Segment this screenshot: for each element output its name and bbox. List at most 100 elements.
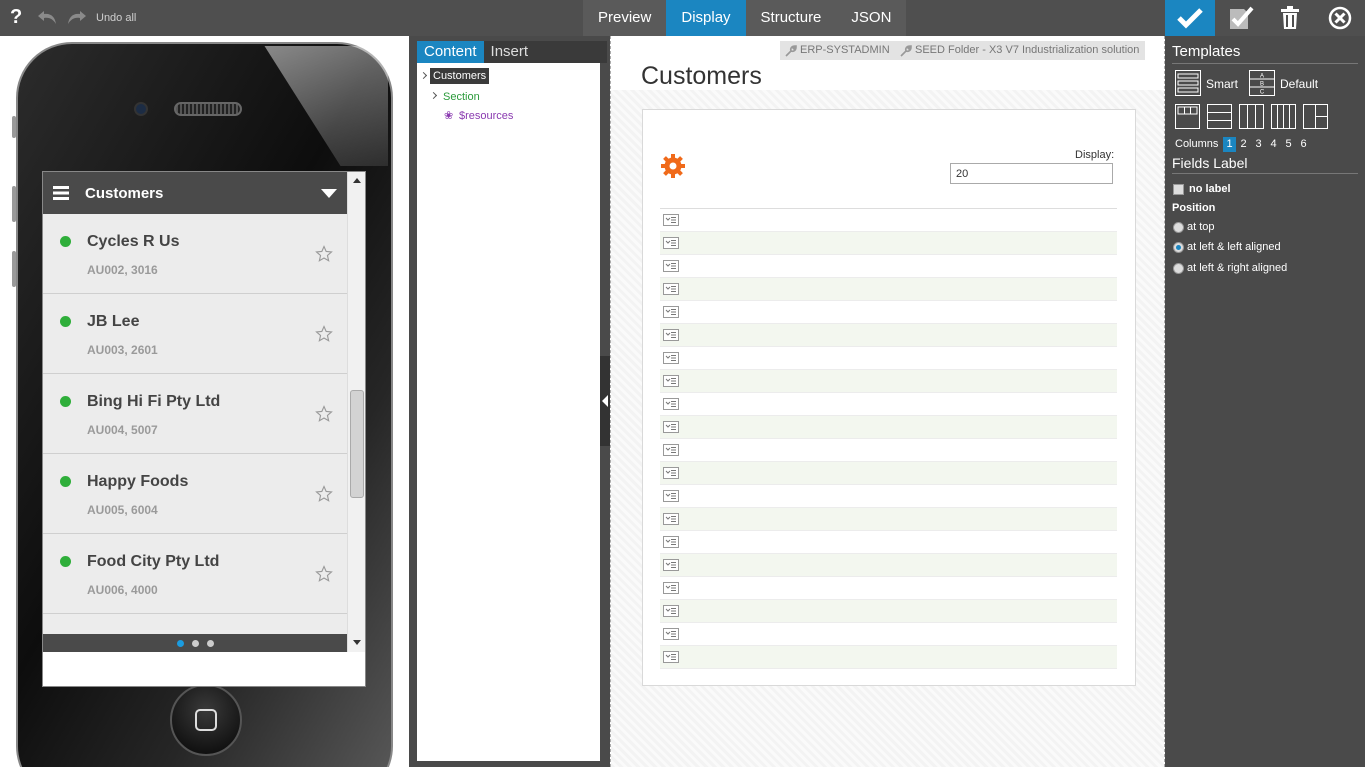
table-row[interactable] [660, 209, 1117, 232]
tab-structure[interactable]: Structure [746, 0, 837, 36]
row-menu-icon[interactable] [663, 214, 679, 226]
row-menu-icon[interactable] [663, 651, 679, 663]
tab-display[interactable]: Display [666, 0, 746, 36]
radio-right-aligned[interactable] [1173, 263, 1184, 274]
expand-arrow-icon[interactable] [419, 71, 428, 80]
list-item[interactable]: Food City Pty Ltd AU006, 4000 [43, 534, 347, 614]
tab-preview[interactable]: Preview [583, 0, 666, 36]
row-menu-icon[interactable] [663, 559, 679, 571]
table-row[interactable] [660, 462, 1117, 485]
page-dot[interactable] [176, 639, 184, 647]
layout-stack-icon[interactable] [1207, 104, 1232, 129]
table-row[interactable] [660, 485, 1117, 508]
column-option-1[interactable]: 1 [1223, 137, 1236, 152]
no-label-checkbox[interactable] [1173, 184, 1184, 195]
layout-3col-icon[interactable] [1175, 104, 1200, 129]
row-menu-icon[interactable] [663, 513, 679, 525]
row-menu-icon[interactable] [663, 260, 679, 272]
row-menu-icon[interactable] [663, 352, 679, 364]
row-menu-icon[interactable] [663, 283, 679, 295]
list-item[interactable]: Cycles R Us AU002, 3016 [43, 214, 347, 294]
table-row[interactable] [660, 439, 1117, 462]
table-row[interactable] [660, 416, 1117, 439]
star-icon[interactable] [315, 485, 333, 508]
table-row[interactable] [660, 508, 1117, 531]
row-menu-icon[interactable] [663, 467, 679, 479]
save-as-button[interactable] [1215, 0, 1265, 36]
home-button[interactable] [170, 684, 242, 756]
layout-split-icon[interactable] [1303, 104, 1328, 129]
tab-content[interactable]: Content [417, 41, 484, 63]
save-button[interactable] [1165, 0, 1215, 36]
star-icon[interactable] [315, 565, 333, 588]
scrollbar-thumb[interactable] [350, 390, 364, 498]
row-menu-icon[interactable] [663, 490, 679, 502]
collapse-left-icon[interactable] [602, 395, 608, 407]
tree-node-resources[interactable]: $resources [459, 110, 513, 122]
star-icon[interactable] [315, 325, 333, 348]
delete-button[interactable] [1265, 0, 1315, 36]
table-row[interactable] [660, 600, 1117, 623]
column-option-5[interactable]: 5 [1282, 137, 1295, 152]
row-menu-icon[interactable] [663, 306, 679, 318]
star-icon[interactable] [315, 405, 333, 428]
column-option-4[interactable]: 4 [1267, 137, 1280, 152]
row-menu-icon[interactable] [663, 375, 679, 387]
row-menu-icon[interactable] [663, 421, 679, 433]
list-item[interactable]: Happy Foods AU005, 6004 [43, 454, 347, 534]
table-row[interactable] [660, 623, 1117, 646]
table-row[interactable] [660, 347, 1117, 370]
row-menu-icon[interactable] [663, 444, 679, 456]
mobile-scrollbar[interactable] [347, 172, 365, 652]
scroll-down-icon[interactable] [353, 640, 361, 645]
caret-down-icon[interactable] [321, 189, 337, 198]
tree-node-customers[interactable]: Customers [430, 68, 490, 84]
table-row[interactable] [660, 577, 1117, 600]
row-menu-icon[interactable] [663, 605, 679, 617]
help-button[interactable]: ? [10, 6, 22, 29]
row-menu-icon[interactable] [663, 237, 679, 249]
redo-icon[interactable] [66, 8, 88, 31]
table-row[interactable] [660, 531, 1117, 554]
table-row[interactable] [660, 393, 1117, 416]
display-count-input[interactable] [950, 163, 1113, 184]
table-row[interactable] [660, 370, 1117, 393]
position-option-label[interactable]: at left & left aligned [1187, 241, 1281, 253]
table-row[interactable] [660, 255, 1117, 278]
panel-splitter[interactable] [600, 356, 610, 446]
gear-icon[interactable] [660, 153, 686, 184]
layout-row-icon[interactable] [1239, 104, 1264, 129]
row-menu-icon[interactable] [663, 628, 679, 640]
template-smart-icon[interactable] [1175, 70, 1201, 96]
table-row[interactable] [660, 301, 1117, 324]
position-option-label[interactable]: at top [1187, 221, 1215, 233]
row-menu-icon[interactable] [663, 398, 679, 410]
column-option-6[interactable]: 6 [1297, 137, 1310, 152]
list-item[interactable]: JB Lee AU003, 2601 [43, 294, 347, 374]
row-menu-icon[interactable] [663, 536, 679, 548]
star-icon[interactable] [315, 245, 333, 268]
position-option-label[interactable]: at left & right aligned [1187, 262, 1287, 274]
hamburger-icon[interactable] [53, 186, 69, 205]
list-item[interactable]: Bing Hi Fi Pty Ltd AU004, 5007 [43, 374, 347, 454]
close-button[interactable] [1315, 0, 1365, 36]
breadcrumb-folder[interactable]: SEED Folder - X3 V7 Industrialization so… [895, 41, 1146, 60]
tab-json[interactable]: JSON [836, 0, 906, 36]
scroll-up-icon[interactable] [353, 178, 361, 183]
table-row[interactable] [660, 554, 1117, 577]
table-row[interactable] [660, 232, 1117, 255]
row-menu-icon[interactable] [663, 582, 679, 594]
breadcrumb-user[interactable]: ERP-SYSTADMIN [780, 41, 896, 60]
column-option-2[interactable]: 2 [1237, 137, 1250, 152]
radio-left-aligned[interactable] [1173, 242, 1184, 253]
template-default-label[interactable]: Default [1280, 77, 1318, 91]
tab-insert[interactable]: Insert [484, 41, 536, 63]
table-row[interactable] [660, 324, 1117, 347]
layout-4col-icon[interactable] [1271, 104, 1296, 129]
tree-node-section[interactable]: Section [443, 91, 480, 103]
template-smart-label[interactable]: Smart [1206, 77, 1238, 91]
radio-at-top[interactable] [1173, 222, 1184, 233]
table-row[interactable] [660, 646, 1117, 669]
undo-icon[interactable] [36, 8, 58, 31]
page-dot[interactable] [191, 639, 199, 647]
